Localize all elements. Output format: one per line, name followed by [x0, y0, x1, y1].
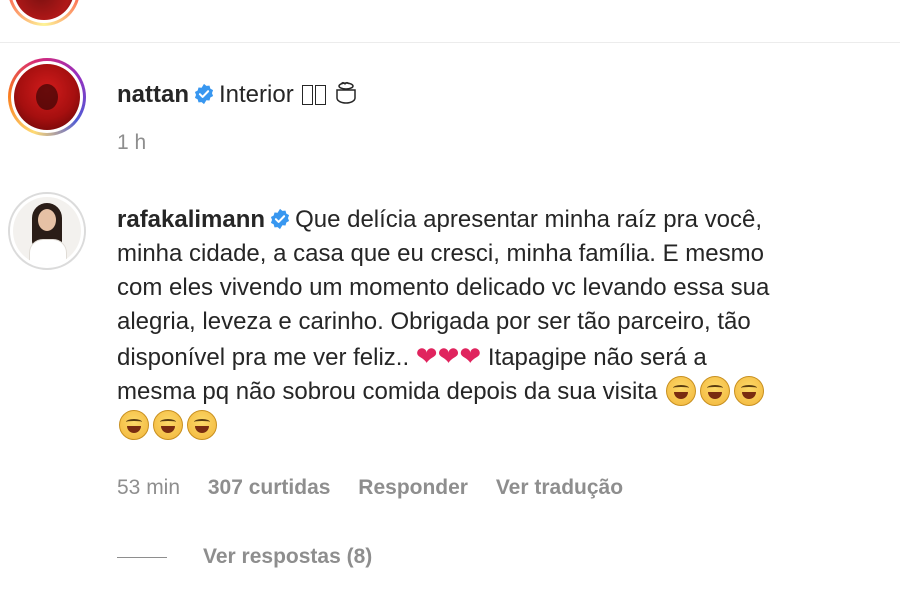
- comment-line: alegria, leveza e carinho. Obrigada por …: [117, 308, 751, 335]
- comment-text: nattan Interior: [117, 78, 877, 112]
- verified-badge-icon: [194, 83, 214, 105]
- username[interactable]: nattan: [117, 81, 189, 108]
- comment-line: mesma pq não sobrou comida depois da sua…: [117, 375, 877, 409]
- replies-divider-line: [117, 556, 167, 558]
- laughing-emoji: [699, 376, 730, 406]
- laughing-emoji: [665, 376, 696, 406]
- comment-body: Interior: [219, 81, 294, 108]
- view-replies-label: Ver respostas (8): [203, 545, 373, 568]
- unknown-glyph-icon: [315, 85, 327, 105]
- username[interactable]: rafakalimann: [117, 206, 265, 233]
- laughing-emoji: [187, 410, 217, 440]
- comments-page: nattan Interior 1 h rafakalimann Que delíc…: [0, 0, 900, 600]
- divider: [0, 42, 900, 43]
- avatar[interactable]: [8, 58, 86, 136]
- comment-meta: 1 h: [117, 131, 168, 155]
- comment-line-text: mesma pq não sobrou comida depois da sua…: [117, 378, 658, 405]
- comment-line-text: Que delícia apresentar minha raíz pra vo…: [295, 206, 762, 233]
- comment-line: com eles vivendo um momento delicado vc …: [117, 274, 770, 301]
- comment-meta: 53 min 307 curtidas Responder Ver traduç…: [117, 476, 645, 500]
- heart-emoji: ❤: [437, 341, 460, 371]
- comment-line: minha cidade, a casa que eu cresci, minh…: [117, 240, 764, 267]
- view-replies-button[interactable]: Ver respostas (8): [117, 545, 372, 569]
- verified-badge-icon: [271, 208, 290, 230]
- likes-count-link[interactable]: 307 curtidas: [208, 476, 331, 499]
- laughing-emoji: [119, 410, 149, 440]
- comment-line: [117, 409, 877, 443]
- comment-line-text: Itapagipe não será a: [487, 344, 707, 371]
- comment-line: rafakalimann Que delícia apresentar minha…: [117, 203, 877, 237]
- unknown-glyph-icon: [302, 85, 314, 105]
- avatar[interactable]: [8, 192, 86, 270]
- translate-button[interactable]: Ver tradução: [496, 476, 623, 499]
- reply-button[interactable]: Responder: [358, 476, 468, 499]
- comment-time: 1 h: [117, 131, 147, 154]
- comment-line-text: disponível pra me ver feliz..: [117, 344, 410, 371]
- comment-text: rafakalimann Que delícia apresentar minha…: [117, 203, 877, 443]
- laughing-emoji: [153, 410, 183, 440]
- previous-comment-avatar[interactable]: [8, 0, 80, 26]
- comment-line: disponível pra me ver feliz.. ❤❤❤ Itapag…: [117, 339, 877, 375]
- cooking-pot-emoji: [336, 81, 356, 104]
- heart-emoji: ❤: [415, 341, 438, 371]
- laughing-emoji: [733, 376, 764, 406]
- heart-emoji: ❤: [459, 341, 482, 371]
- comment-time: 53 min: [117, 476, 181, 499]
